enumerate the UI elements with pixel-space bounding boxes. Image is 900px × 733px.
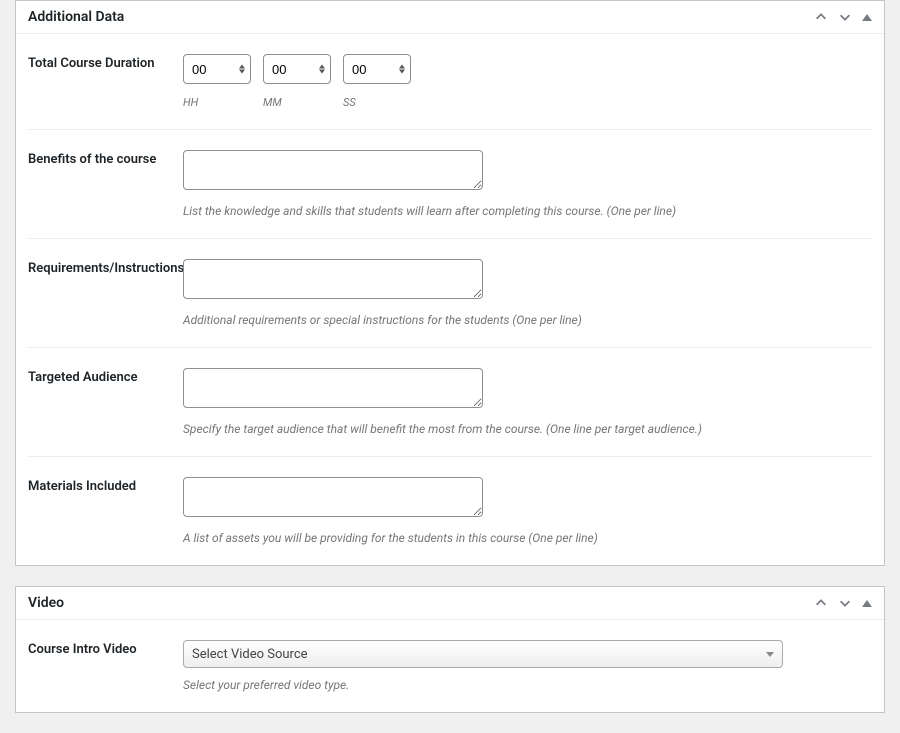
benefits-label: Benefits of the course: [28, 150, 183, 218]
requirements-hint: Additional requirements or special instr…: [183, 313, 872, 327]
video-source-select[interactable]: Select Video Source: [183, 640, 783, 668]
duration-ss-unit: SS: [343, 96, 411, 109]
video-panel: Video Course Intro Video Select Video So…: [15, 586, 885, 713]
panel-header-additional-data: Additional Data: [16, 1, 884, 34]
field-row-materials: Materials Included A list of assets you …: [28, 457, 872, 565]
benefits-textarea[interactable]: [183, 150, 483, 190]
duration-hh-input[interactable]: [183, 54, 251, 84]
field-row-intro-video: Course Intro Video Select Video Source S…: [28, 620, 872, 712]
materials-textarea[interactable]: [183, 477, 483, 517]
panel-title: Video: [28, 595, 64, 611]
panel-toggle-icon[interactable]: [862, 600, 872, 607]
audience-label: Targeted Audience: [28, 368, 183, 436]
panel-header-video: Video: [16, 587, 884, 620]
duration-inputs: HH MM SS: [183, 54, 872, 109]
panel-toggle-icon[interactable]: [862, 14, 872, 21]
video-source-select-wrap: Select Video Source: [183, 640, 783, 668]
duration-hh: HH: [183, 54, 251, 109]
dropdown-arrow-icon: [766, 652, 774, 657]
audience-hint: Specify the target audience that will be…: [183, 422, 872, 436]
intro-video-hint: Select your preferred video type.: [183, 678, 872, 692]
intro-video-label: Course Intro Video: [28, 640, 183, 692]
chevron-up-icon[interactable]: [814, 10, 828, 24]
field-row-requirements: Requirements/Instructions Additional req…: [28, 239, 872, 348]
field-row-benefits: Benefits of the course List the knowledg…: [28, 130, 872, 239]
duration-mm-input[interactable]: [263, 54, 331, 84]
duration-content: HH MM SS: [183, 54, 872, 109]
requirements-label: Requirements/Instructions: [28, 259, 183, 327]
panel-controls: [814, 596, 872, 610]
benefits-hint: List the knowledge and skills that stude…: [183, 204, 872, 218]
duration-ss-input[interactable]: [343, 54, 411, 84]
panel-title: Additional Data: [28, 9, 124, 25]
duration-ss: SS: [343, 54, 411, 109]
duration-mm: MM: [263, 54, 331, 109]
video-source-selected: Select Video Source: [192, 647, 308, 662]
chevron-up-icon[interactable]: [814, 596, 828, 610]
duration-label: Total Course Duration: [28, 54, 183, 109]
field-row-audience: Targeted Audience Specify the target aud…: [28, 348, 872, 457]
materials-label: Materials Included: [28, 477, 183, 545]
chevron-down-icon[interactable]: [838, 596, 852, 610]
panel-controls: [814, 10, 872, 24]
duration-mm-unit: MM: [263, 96, 331, 109]
materials-hint: A list of assets you will be providing f…: [183, 531, 872, 545]
duration-hh-unit: HH: [183, 96, 251, 109]
requirements-textarea[interactable]: [183, 259, 483, 299]
field-row-duration: Total Course Duration HH: [28, 34, 872, 130]
panel-body: Course Intro Video Select Video Source S…: [16, 620, 884, 712]
chevron-down-icon[interactable]: [838, 10, 852, 24]
additional-data-panel: Additional Data Total Course Duration HH: [15, 0, 885, 566]
panel-body: Total Course Duration HH: [16, 34, 884, 565]
audience-textarea[interactable]: [183, 368, 483, 408]
